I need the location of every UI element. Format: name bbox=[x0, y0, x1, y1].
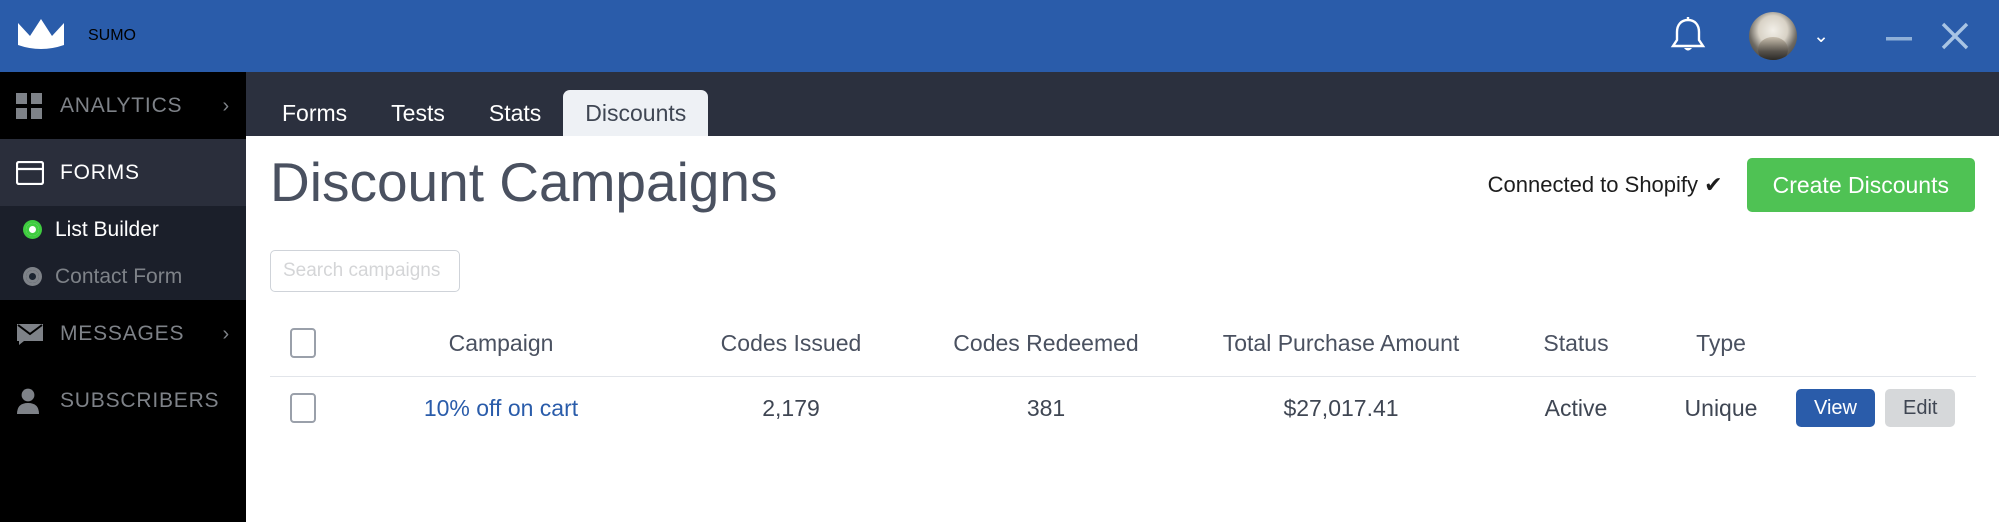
sidebar-subitem-contact-form[interactable]: Contact Form bbox=[0, 253, 246, 300]
tab-discounts[interactable]: Discounts bbox=[563, 90, 709, 136]
table-row: 10% off on cart 2,179 381 $27,017.41 Act… bbox=[270, 376, 1976, 439]
cell-status: Active bbox=[1506, 376, 1646, 439]
page-header: Discount Campaigns Connected to Shopify … bbox=[246, 136, 1999, 246]
sidebar-subitem-label: List Builder bbox=[55, 217, 159, 241]
sidebar-item-label: ANALYTICS bbox=[60, 93, 183, 117]
tab-stats[interactable]: Stats bbox=[467, 90, 563, 136]
sidebar: ANALYTICS › FORMS List Builder Contact F… bbox=[0, 72, 246, 522]
sidebar-item-forms[interactable]: FORMS bbox=[0, 139, 246, 206]
status-badge-shopify: Connected to Shopify ✔ bbox=[1487, 172, 1723, 197]
cell-total-purchase-amount: $27,017.41 bbox=[1176, 376, 1506, 439]
window-icon bbox=[16, 160, 46, 185]
cell-codes-redeemed: 381 bbox=[916, 376, 1176, 439]
select-all-header bbox=[270, 316, 336, 377]
column-header-campaign[interactable]: Campaign bbox=[336, 316, 666, 377]
edit-button[interactable]: Edit bbox=[1885, 389, 1956, 427]
tab-bar: Forms Tests Stats Discounts bbox=[246, 72, 1999, 136]
sidebar-item-label: FORMS bbox=[60, 160, 140, 184]
column-header-codes-redeemed[interactable]: Codes Redeemed bbox=[916, 316, 1176, 377]
content-area: Discount Campaigns Connected to Shopify … bbox=[246, 136, 1999, 522]
cell-actions: View Edit bbox=[1796, 376, 1976, 439]
page-title: Discount Campaigns bbox=[270, 151, 778, 213]
main-panel: Forms Tests Stats Discounts Discount Cam… bbox=[246, 72, 1999, 522]
column-header-actions bbox=[1796, 316, 1976, 377]
sidebar-item-analytics[interactable]: ANALYTICS › bbox=[0, 72, 246, 139]
avatar[interactable] bbox=[1749, 12, 1798, 60]
sidebar-submenu-forms: List Builder Contact Form bbox=[0, 206, 246, 300]
search-input[interactable] bbox=[270, 250, 460, 292]
cell-campaign: 10% off on cart bbox=[336, 376, 666, 439]
chevron-right-icon: › bbox=[222, 94, 230, 117]
grid-icon bbox=[16, 92, 46, 119]
chevron-right-icon: › bbox=[222, 322, 230, 345]
app-header: SUMO ⌄ bbox=[0, 0, 1999, 72]
campaign-link[interactable]: 10% off on cart bbox=[424, 395, 578, 421]
campaign-table: Campaign Codes Issued Codes Redeemed Tot… bbox=[270, 316, 1976, 439]
column-header-type[interactable]: Type bbox=[1646, 316, 1796, 377]
window-controls bbox=[1871, 8, 1983, 64]
sidebar-subitem-label: Contact Form bbox=[55, 264, 183, 288]
envelope-icon bbox=[16, 322, 46, 346]
sidebar-subitem-list-builder[interactable]: List Builder bbox=[0, 206, 246, 253]
crown-icon bbox=[18, 19, 64, 49]
column-header-codes-issued[interactable]: Codes Issued bbox=[666, 316, 916, 377]
cell-codes-issued: 2,179 bbox=[666, 376, 916, 439]
view-button[interactable]: View bbox=[1796, 389, 1875, 427]
create-discounts-button[interactable]: Create Discounts bbox=[1746, 158, 1975, 212]
bell-icon[interactable] bbox=[1669, 15, 1707, 57]
sidebar-item-label: MESSAGES bbox=[60, 321, 185, 345]
sidebar-item-subscribers[interactable]: SUBSCRIBERS bbox=[0, 367, 246, 434]
tab-tests[interactable]: Tests bbox=[369, 90, 467, 136]
close-button[interactable] bbox=[1927, 8, 1983, 64]
brand-name: SUMO bbox=[88, 27, 136, 44]
tab-forms[interactable]: Forms bbox=[260, 90, 369, 136]
header-actions: ⌄ bbox=[1669, 0, 1999, 72]
row-checkbox[interactable] bbox=[290, 393, 316, 423]
column-header-total-purchase-amount[interactable]: Total Purchase Amount bbox=[1176, 316, 1506, 377]
page-header-actions: Connected to Shopify ✔ Create Discounts bbox=[1488, 158, 1975, 212]
status-dot-icon bbox=[26, 270, 39, 283]
sidebar-item-label: SUBSCRIBERS bbox=[60, 388, 220, 412]
status-dot-icon bbox=[26, 223, 39, 236]
chevron-down-icon[interactable]: ⌄ bbox=[1813, 27, 1829, 46]
select-all-checkbox[interactable] bbox=[290, 328, 316, 358]
minimize-button[interactable] bbox=[1871, 8, 1927, 64]
cell-type: Unique bbox=[1646, 376, 1796, 439]
column-header-status[interactable]: Status bbox=[1506, 316, 1646, 377]
minimize-icon bbox=[1886, 37, 1912, 41]
person-icon bbox=[16, 388, 46, 414]
close-icon bbox=[1941, 22, 1969, 50]
sidebar-item-messages[interactable]: MESSAGES › bbox=[0, 300, 246, 367]
row-select-cell bbox=[270, 376, 336, 439]
table-header-row: Campaign Codes Issued Codes Redeemed Tot… bbox=[270, 316, 1976, 377]
brand-logo[interactable]: SUMO bbox=[18, 19, 136, 53]
